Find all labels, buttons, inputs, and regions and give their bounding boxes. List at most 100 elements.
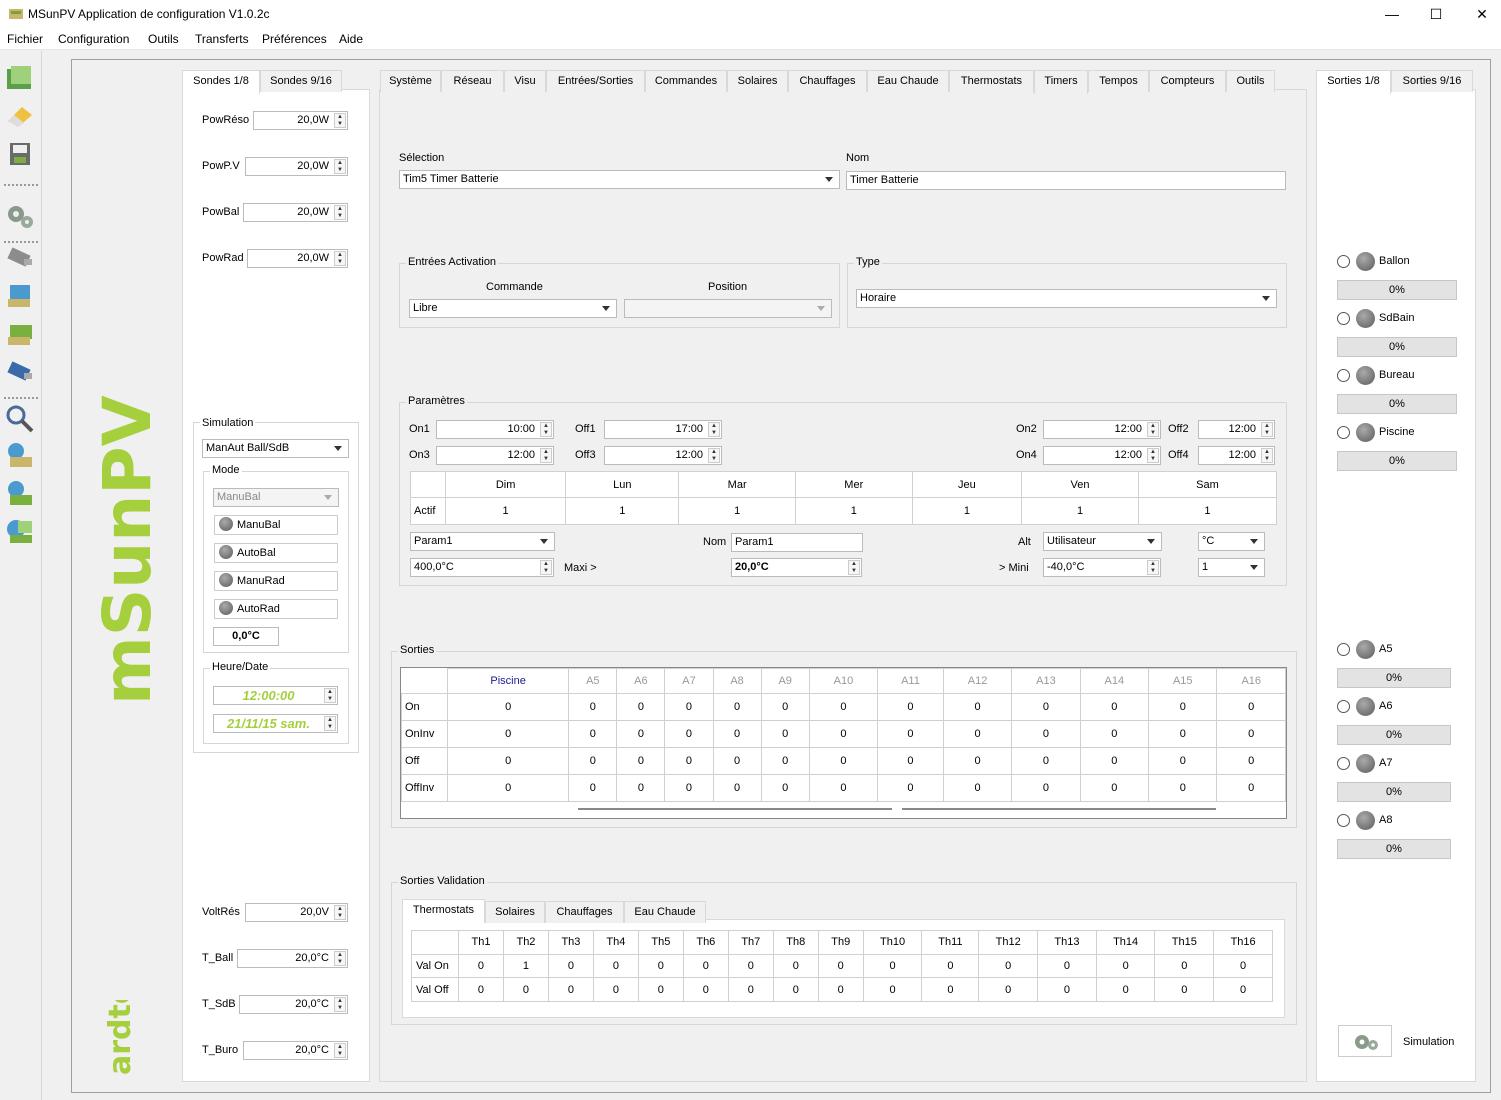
tab-tempos[interactable]: Tempos xyxy=(1088,70,1149,92)
output-radio[interactable] xyxy=(1337,369,1350,382)
sonde-spinbox[interactable]: 20,0W ▲ ▼ xyxy=(245,157,348,176)
sorties-cell[interactable]: 0 xyxy=(1148,774,1218,802)
output-radio[interactable] xyxy=(1337,643,1350,656)
validation-cell[interactable]: 0 xyxy=(502,977,549,1002)
menu-configuration[interactable]: Configuration xyxy=(58,32,129,46)
sorties-cell[interactable]: 0 xyxy=(616,774,666,802)
sorties-cell[interactable]: 0 xyxy=(877,747,944,775)
module-read-icon[interactable] xyxy=(4,281,36,311)
tab-compteurs[interactable]: Compteurs xyxy=(1149,70,1226,92)
eraser-icon[interactable] xyxy=(4,101,36,131)
validation-cell[interactable]: 0 xyxy=(682,953,729,979)
manubal-button[interactable]: ManuBal xyxy=(214,515,338,535)
search-icon[interactable] xyxy=(4,403,36,433)
sorties-cell[interactable]: 0 xyxy=(568,747,618,775)
sorties-cell[interactable]: 0 xyxy=(1216,693,1286,721)
sorties-cell[interactable]: 0 xyxy=(1011,720,1081,748)
sorties-cell[interactable]: 0 xyxy=(616,747,666,775)
tab-outils[interactable]: Outils xyxy=(1226,70,1275,92)
output-radio[interactable] xyxy=(1337,255,1350,268)
tab-solaires[interactable]: Solaires xyxy=(727,70,788,92)
timer-selection-combo[interactable]: Tim5 Timer Batterie xyxy=(399,170,840,189)
close-button[interactable]: ✕ xyxy=(1472,4,1492,24)
validation-cell[interactable]: 0 xyxy=(547,977,594,1002)
usb-read-icon[interactable] xyxy=(4,243,36,273)
sorties-cell[interactable]: 0 xyxy=(1216,774,1286,802)
max-value-spinbox[interactable]: -40,0°C ▲ ▼ xyxy=(1043,558,1161,577)
on1-spinbox[interactable]: 10:00 ▲ ▼ xyxy=(436,420,554,439)
off3-spinbox[interactable]: 12:00 ▲ ▼ xyxy=(604,446,722,465)
maximize-button[interactable]: ☐ xyxy=(1426,4,1446,24)
sorties-cell[interactable]: 0 xyxy=(712,747,762,775)
sonde-spinbox[interactable]: 20,0°C ▲ ▼ xyxy=(239,995,348,1014)
validation-cell[interactable]: 0 xyxy=(978,953,1039,979)
output-radio[interactable] xyxy=(1337,814,1350,827)
sorties-cell[interactable]: 0 xyxy=(1079,720,1150,748)
sorties-cell[interactable]: 0 xyxy=(446,720,570,748)
alt-combo[interactable]: Utilisateur xyxy=(1043,532,1162,551)
sonde-spinbox[interactable]: 20,0°C ▲ ▼ xyxy=(237,949,348,968)
commande-combo[interactable]: Libre xyxy=(409,299,617,318)
sorties-cell[interactable]: 0 xyxy=(1011,774,1081,802)
manurad-button[interactable]: ManuRad xyxy=(214,571,338,591)
actif-cell[interactable]: 1 xyxy=(1137,497,1278,525)
sonde-spinbox[interactable]: 20,0W ▲ ▼ xyxy=(253,111,348,130)
sorties-cell[interactable]: 0 xyxy=(616,720,666,748)
sorties-cell[interactable]: 0 xyxy=(1148,747,1218,775)
tab-visu[interactable]: Visu xyxy=(504,70,546,92)
sorties-cell[interactable]: 0 xyxy=(1216,720,1286,748)
date-spinbox[interactable]: 21/11/15 sam. ▲ ▼ xyxy=(213,714,338,733)
validation-cell[interactable]: 0 xyxy=(637,953,684,979)
sorties-cell[interactable]: 0 xyxy=(808,774,879,802)
on4-spinbox[interactable]: 12:00 ▲ ▼ xyxy=(1043,446,1161,465)
sorties-cell[interactable]: 0 xyxy=(568,774,618,802)
network-sync-icon[interactable] xyxy=(4,479,36,509)
sorties-cell[interactable]: 0 xyxy=(664,693,714,721)
sorties-cell[interactable]: 0 xyxy=(942,720,1013,748)
actif-cell[interactable]: 1 xyxy=(565,497,680,525)
sorties-cell[interactable]: 0 xyxy=(568,693,618,721)
autorad-button[interactable]: AutoRad xyxy=(214,599,338,619)
validation-cell[interactable]: 0 xyxy=(637,977,684,1002)
tab-systeme[interactable]: Système xyxy=(380,70,441,92)
on3-spinbox[interactable]: 12:00 ▲ ▼ xyxy=(436,446,554,465)
sorties-cell[interactable]: 0 xyxy=(664,747,714,775)
sorties-scrollbar-right[interactable] xyxy=(902,808,1216,810)
menu-transferts[interactable]: Transferts xyxy=(195,32,249,46)
actif-cell[interactable]: 1 xyxy=(794,497,913,525)
param-name-input[interactable]: Param1 xyxy=(731,533,863,552)
validation-cell[interactable]: 0 xyxy=(1095,977,1156,1002)
sorties-cell[interactable]: 0 xyxy=(760,693,810,721)
validation-cell[interactable]: 0 xyxy=(1095,953,1156,979)
tab-entrees-sorties[interactable]: Entrées/Sorties xyxy=(546,70,645,92)
menu-outils[interactable]: Outils xyxy=(148,32,179,46)
validation-cell[interactable]: 0 xyxy=(772,977,819,1002)
sorties-cell[interactable]: 0 xyxy=(877,693,944,721)
validation-cell[interactable]: 0 xyxy=(862,977,923,1002)
sorties-cell[interactable]: 0 xyxy=(1148,693,1218,721)
validation-cell[interactable]: 0 xyxy=(921,953,980,979)
simulation-mode-select[interactable]: ManAut Ball/SdB xyxy=(202,439,349,458)
validation-cell[interactable]: 0 xyxy=(921,977,980,1002)
tab-commandes[interactable]: Commandes xyxy=(645,70,727,92)
tab-val-eau-chaude[interactable]: Eau Chaude xyxy=(624,901,706,923)
validation-cell[interactable]: 0 xyxy=(1037,977,1097,1002)
on2-spinbox[interactable]: 12:00 ▲ ▼ xyxy=(1043,420,1161,439)
sorties-scrollbar-left[interactable] xyxy=(578,808,892,810)
output-radio[interactable] xyxy=(1337,312,1350,325)
validation-cell[interactable]: 0 xyxy=(547,953,594,979)
simulation-button[interactable] xyxy=(1338,1025,1392,1057)
output-radio[interactable] xyxy=(1337,426,1350,439)
validation-cell[interactable]: 0 xyxy=(978,977,1039,1002)
count-combo[interactable]: 1 xyxy=(1198,558,1265,577)
tab-sorties-9-16[interactable]: Sorties 9/16 xyxy=(1391,70,1473,92)
off1-spinbox[interactable]: 17:00 ▲ ▼ xyxy=(604,420,722,439)
tab-val-thermostats[interactable]: Thermostats xyxy=(402,899,485,923)
menu-fichier[interactable]: Fichier xyxy=(7,32,43,46)
actif-cell[interactable]: 1 xyxy=(1021,497,1139,525)
tab-reseau[interactable]: Réseau xyxy=(441,70,504,92)
sonde-spinbox[interactable]: 20,0W ▲ ▼ xyxy=(243,203,348,222)
validation-cell[interactable]: 0 xyxy=(727,953,774,979)
validation-cell[interactable]: 0 xyxy=(817,953,864,979)
tab-sorties-1-8[interactable]: Sorties 1/8 xyxy=(1316,70,1391,94)
